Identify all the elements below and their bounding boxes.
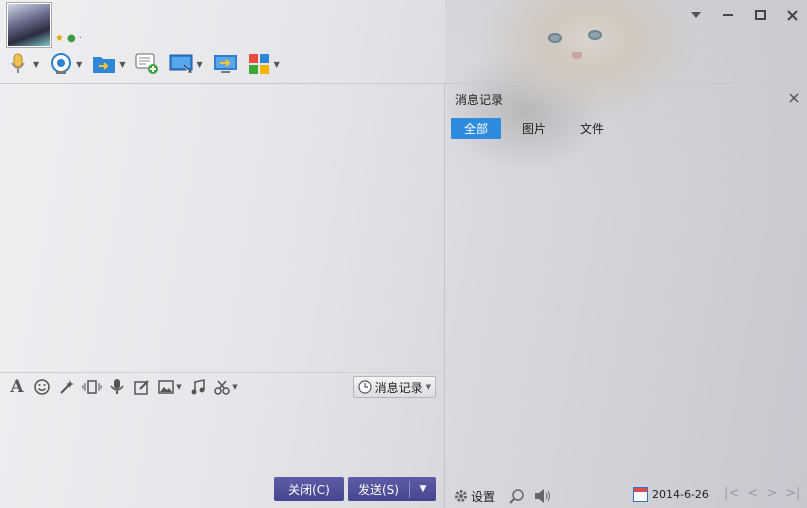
webcam-icon [49,52,73,76]
close-button-label: 关闭(C) [288,482,330,497]
apps-button[interactable]: ▼ [247,52,280,76]
chat-message-area[interactable] [0,84,444,372]
close-button[interactable]: 关闭(C) [274,477,344,501]
history-pagination: |< < > >| [724,486,800,501]
dot-icon: · [78,33,82,44]
minimize-icon[interactable] [719,6,737,24]
search-icon[interactable] [507,486,527,506]
send-options-dropdown[interactable]: ▼ [410,484,436,494]
video-call-button[interactable]: ▼ [49,52,82,76]
emoji-icon[interactable] [31,376,53,398]
microphone-icon [6,52,30,76]
remote-desktop-button[interactable]: ▼ [169,52,203,76]
avatar[interactable] [7,3,51,47]
prev-page-icon[interactable]: < [747,486,758,501]
tab-files[interactable]: 文件 [567,118,617,139]
next-page-icon[interactable]: > [766,486,777,501]
send-button-label: 发送(S) [348,480,410,498]
message-history-button[interactable]: 消息记录 ▼ [352,376,436,398]
dropdown-arrow-icon[interactable]: ▼ [196,60,202,69]
image-icon[interactable]: ▼ [156,376,184,398]
panel-divider[interactable] [444,84,445,508]
history-panel-title: 消息记录 [455,92,504,107]
shake-icon[interactable] [81,376,103,398]
leaf-icon: ● [66,33,76,44]
close-icon[interactable] [783,6,801,24]
message-history-label: 消息记录 [374,380,423,395]
status-icons: ★ ● · [55,33,82,44]
tab-all[interactable]: 全部 [451,118,502,139]
scissors-icon[interactable]: ▼ [212,376,240,398]
music-icon[interactable] [187,376,209,398]
history-date: 2014-6-26 [652,488,709,501]
window-controls [687,6,801,24]
dropdown-arrow-icon[interactable]: ▼ [76,60,82,69]
dropdown-arrow-icon[interactable]: ▼ [119,60,125,69]
maximize-icon[interactable] [751,6,769,24]
cat-eye [548,33,562,43]
chevron-down-icon[interactable] [687,6,705,24]
date-picker[interactable]: 2014-6-26 [633,487,709,502]
voice-icon[interactable] [106,376,128,398]
send-button[interactable]: 发送(S) ▼ [348,477,436,501]
settings-label[interactable]: 设置 [471,488,495,505]
dropdown-arrow-icon: ▼ [425,383,431,391]
font-icon[interactable]: A [6,376,28,398]
clock-icon [357,380,372,394]
voice-call-button[interactable]: ▼ [6,52,39,76]
add-chat-button[interactable] [135,52,159,76]
tab-images[interactable]: 图片 [509,118,559,139]
first-page-icon[interactable]: |< [724,486,739,501]
message-input[interactable] [0,400,444,472]
star-icon: ★ [55,33,64,44]
volume-icon[interactable] [533,486,553,506]
cat-eye [588,30,602,40]
last-page-icon[interactable]: >| [785,486,800,501]
remote-desktop-icon [169,52,193,76]
share-screen-button[interactable] [213,52,237,76]
magic-icon[interactable] [56,376,78,398]
add-chat-icon [135,52,159,76]
close-icon[interactable] [789,92,799,107]
edit-icon[interactable] [131,376,153,398]
share-screen-icon [213,52,237,76]
send-file-icon [92,52,116,76]
gear-icon[interactable] [451,486,471,506]
calendar-icon [633,487,648,502]
apps-icon [247,52,271,76]
dropdown-arrow-icon[interactable]: ▼ [33,60,39,69]
history-tabs: 全部 图片 文件 [451,118,625,139]
history-panel-header: 消息记录 [445,84,807,114]
send-file-button[interactable]: ▼ [92,52,125,76]
main-toolbar: ▼ ▼ ▼ ▼ ▼ [6,52,290,76]
cat-nose [572,52,582,59]
dropdown-arrow-icon[interactable]: ▼ [274,60,280,69]
input-toolbar: A ▼ ▼ 消息记录 ▼ [0,372,444,400]
